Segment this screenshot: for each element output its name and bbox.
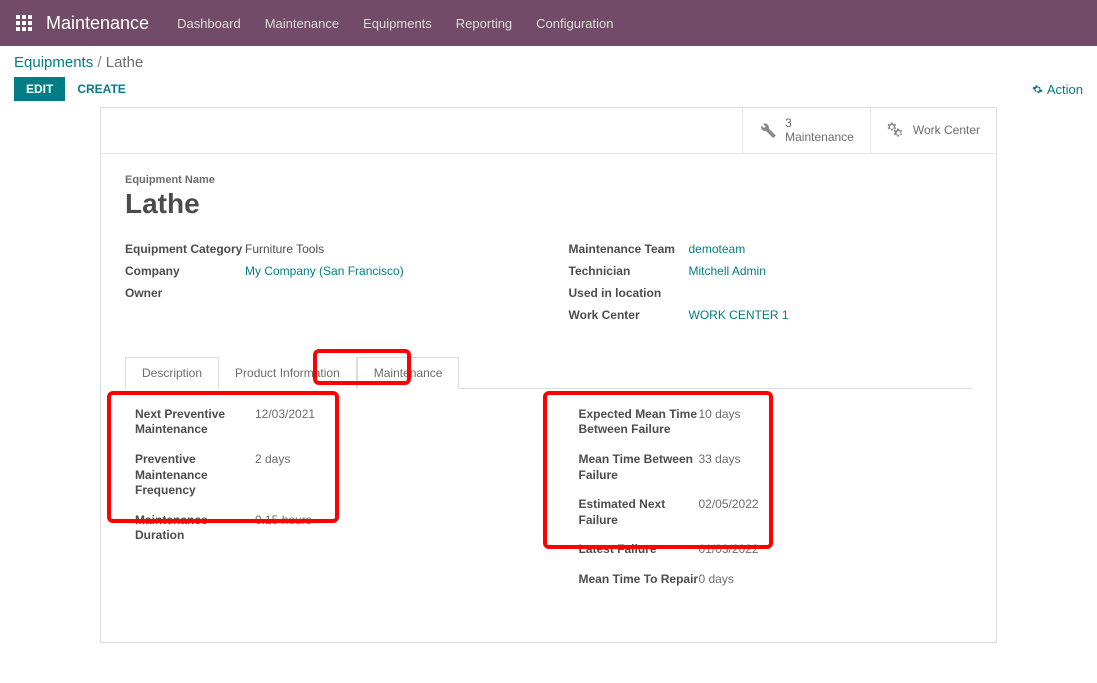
mtbf-label: Mean Time Between Failure [579,452,699,483]
category-value: Furniture Tools [245,242,324,256]
action-label: Action [1047,82,1083,97]
next-preventive-value: 12/03/2021 [255,407,315,421]
tab-description[interactable]: Description [125,357,218,389]
action-dropdown[interactable]: Action [1032,82,1083,97]
maintenance-duration-label: Maintenance Duration [135,513,255,544]
stat-workcenter-label: Work Center [913,123,980,137]
stat-workcenter-button[interactable]: Work Center [870,108,996,153]
lf-label: Latest Failure [579,542,699,558]
apps-icon[interactable] [16,15,32,31]
mtbf-value: 33 days [699,452,741,466]
stat-maintenance-button[interactable]: 3 Maintenance [742,108,870,153]
workcenter-label: Work Center [569,308,689,322]
app-title: Maintenance [46,13,149,34]
enf-label: Estimated Next Failure [579,497,699,528]
used-label: Used in location [569,286,689,300]
company-value[interactable]: My Company (San Francisco) [245,264,404,278]
lf-value: 01/03/2022 [699,542,759,556]
technician-label: Technician [569,264,689,278]
nav-configuration[interactable]: Configuration [536,16,613,31]
breadcrumb: Equipments / Lathe [14,54,1083,71]
form-sheet: 3 Maintenance Work Center Equipment Name… [100,107,997,643]
stat-maintenance-count: 3 [785,116,854,130]
nav-maintenance[interactable]: Maintenance [265,16,339,31]
topbar: Maintenance Dashboard Maintenance Equipm… [0,0,1097,46]
tabs: Description Product Information Maintena… [125,356,972,389]
tab-product-info[interactable]: Product Information [218,357,357,389]
equipment-name-label: Equipment Name [125,174,972,186]
wrench-icon [759,121,777,139]
owner-label: Owner [125,286,245,300]
emtbf-label: Expected Mean Time Between Failure [579,407,699,438]
workcenter-value[interactable]: WORK CENTER 1 [689,308,789,322]
nav-dashboard[interactable]: Dashboard [177,16,241,31]
edit-button[interactable]: EDIT [14,77,65,101]
page-header: Equipments / Lathe EDIT CREATE Action [0,46,1097,107]
nav-reporting[interactable]: Reporting [456,16,512,31]
button-box: 3 Maintenance Work Center [101,108,996,154]
enf-value: 02/05/2022 [699,497,759,511]
preventive-freq-value: 2 days [255,452,290,466]
company-label: Company [125,264,245,278]
team-label: Maintenance Team [569,242,689,256]
tab-maintenance[interactable]: Maintenance [357,357,460,389]
maintenance-duration-value: 0.15 hours [255,513,312,527]
category-label: Equipment Category [125,242,245,256]
gear-icon [1032,84,1043,95]
create-button[interactable]: CREATE [77,82,125,96]
preventive-freq-label: Preventive Maintenance Frequency [135,452,255,499]
team-value[interactable]: demoteam [689,242,746,256]
next-preventive-label: Next Preventive Maintenance [135,407,255,438]
equipment-name: Lathe [125,188,972,220]
breadcrumb-sep: / [97,54,101,71]
gears-icon [887,121,905,139]
emtbf-value: 10 days [699,407,741,421]
tab-content-maintenance: Next Preventive Maintenance12/03/2021 Pr… [125,389,972,612]
technician-value[interactable]: Mitchell Admin [689,264,766,278]
mttr-value: 0 days [699,572,734,586]
mttr-label: Mean Time To Repair [579,572,699,588]
nav-equipments[interactable]: Equipments [363,16,432,31]
breadcrumb-current: Lathe [106,54,144,71]
breadcrumb-parent[interactable]: Equipments [14,54,93,71]
stat-maintenance-label: Maintenance [785,130,854,144]
